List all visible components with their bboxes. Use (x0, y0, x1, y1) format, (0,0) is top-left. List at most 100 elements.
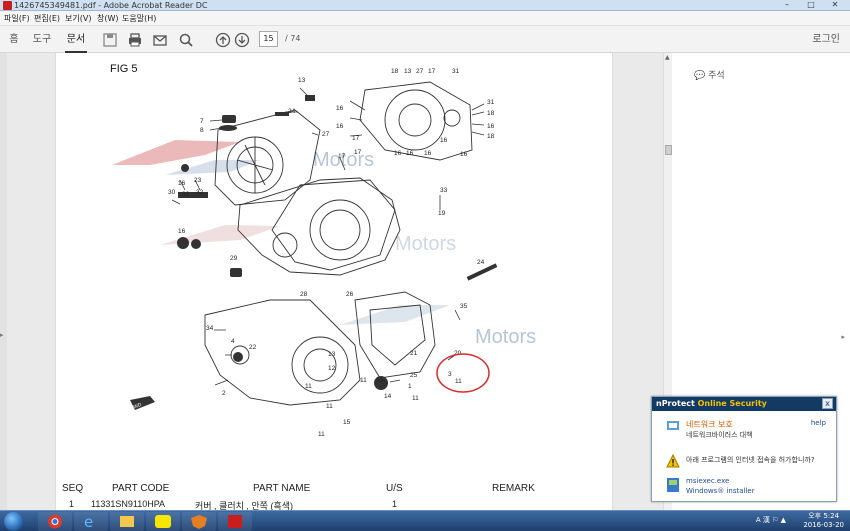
callout-number: 4 (231, 338, 235, 345)
callout-number: 11 (360, 377, 367, 384)
col-remark: REMARK (492, 483, 535, 494)
callout-number: 16 (394, 150, 402, 157)
clock-date: 2016-03-20 (803, 521, 844, 529)
nprotect-popup: nProtect Online Security x 네트워크 보호 네트워크바… (651, 396, 837, 502)
callout-number: 17 (428, 68, 436, 75)
svg-text:e: e (84, 513, 93, 531)
callout-number: 32 (182, 191, 190, 198)
callout-number: 25 (376, 377, 384, 384)
callout-number: 16 (440, 137, 448, 144)
watermark-text: Motors (475, 326, 536, 348)
popup-brand: nProtect (656, 399, 695, 408)
callout-number: 22 (249, 344, 257, 351)
callout-number: 34 (206, 325, 214, 332)
callout-number: 13 (298, 77, 306, 84)
tray-icons[interactable]: A 漢 ⚐ ▲ (756, 515, 786, 525)
start-button[interactable] (4, 512, 23, 531)
callout-number: 18 (391, 68, 399, 75)
callout-number: 16 (178, 180, 186, 187)
callout-number: 26 (346, 291, 354, 298)
callout-number: 14 (384, 393, 392, 400)
program-description: Windows® installer (686, 487, 755, 495)
col-part-name: PART NAME (253, 483, 311, 494)
comment-icon: 💬 (694, 71, 706, 81)
parts-table-header: SEQ PART CODE PART NAME U/S REMARK (55, 483, 613, 497)
popup-header: nProtect Online Security (652, 397, 836, 411)
col-seq: SEQ (62, 483, 84, 494)
callout-number: 16 (336, 123, 344, 130)
callout-number: 31 (487, 99, 495, 106)
ie-icon[interactable]: e (74, 512, 108, 531)
callout-number: 11 (412, 395, 419, 402)
clock-time: 오후 5:24 (808, 512, 840, 520)
callout-number: 1 (408, 383, 412, 390)
callout-number: 16 (424, 150, 432, 157)
callout-number: 13 (328, 351, 336, 358)
callout-number: 35 (460, 303, 468, 310)
callout-number: 15 (343, 419, 351, 426)
callout-number: 30 (168, 189, 176, 196)
collapse-right-icon[interactable]: ▸ (841, 333, 845, 341)
help-link[interactable]: help (811, 419, 826, 427)
callout-number: 18 (487, 110, 495, 117)
scroll-thumb[interactable] (665, 145, 672, 155)
callout-number: 31 (452, 68, 460, 75)
scroll-up-icon[interactable]: ▲ (665, 54, 670, 61)
col-part-code: PART CODE (112, 483, 170, 494)
taskbar: e A 漢 ⚐ ▲ 오후 5:24 2016-03-20 (0, 510, 850, 531)
callout-number: 24 (288, 108, 296, 115)
callout-number: 11 (318, 431, 325, 438)
callout-number: 2 (222, 390, 226, 397)
file-explorer-icon[interactable] (110, 512, 144, 531)
chrome-icon[interactable] (38, 512, 72, 531)
callout-number: 21 (410, 350, 418, 357)
callout-number: 11 (305, 383, 312, 390)
callout-number: 16 (178, 228, 186, 235)
comment-tool[interactable]: 💬 주석 (694, 68, 725, 81)
watermark-text: Motors (395, 233, 456, 255)
comment-label: 주석 (708, 71, 725, 81)
callout-number: 17 (354, 149, 362, 156)
clock[interactable]: 오후 5:24 2016-03-20 (803, 512, 844, 530)
program-name: msiexec.exe (686, 477, 730, 485)
popup-subtitle: 네트워크바이러스 대책 (686, 431, 753, 439)
callout-number: 24 (477, 259, 485, 266)
callout-number: 28 (300, 291, 308, 298)
shield-app-icon[interactable] (182, 512, 216, 531)
callout-number: 17 (338, 153, 346, 160)
callout-number: 17 (352, 135, 360, 142)
callout-number: 16 (487, 123, 495, 130)
callout-number: 27 (416, 68, 424, 75)
kakaotalk-icon[interactable] (146, 512, 180, 531)
callout-number: 33 (440, 187, 448, 194)
callout-number: 32 (196, 189, 204, 196)
callout-number: 11 (326, 403, 333, 410)
figure-title: FIG 5 (110, 63, 138, 75)
callout-number: 11 (455, 378, 462, 385)
callout-number: 19 (438, 210, 446, 217)
cell-seq: 1 (69, 499, 75, 509)
callout-number: 25 (410, 372, 418, 379)
callout-number: 3 (448, 371, 452, 378)
acrobat-taskbar-icon[interactable] (218, 512, 252, 531)
callout-number: 18 (487, 133, 495, 140)
callout-number: 8 (200, 127, 204, 134)
cell-part-code: 11331SN9110HPA (91, 499, 166, 509)
red-circle-highlight (436, 353, 490, 393)
callout-number: 23 (194, 177, 202, 184)
popup-question: 아래 프로그램의 인터넷 접속을 허가합니까? (686, 456, 815, 464)
warning-icon (666, 453, 680, 468)
callout-number: 27 (322, 131, 330, 138)
callout-number: 16 (460, 151, 468, 158)
acrobat-window: 1426745349481.pdf - Adobe Acrobat Reader… (0, 0, 850, 531)
callout-number: 7 (200, 118, 204, 125)
callout-number: 16 (336, 105, 344, 112)
popup-close-button[interactable]: x (822, 398, 833, 409)
popup-brand-suffix: Online Security (697, 399, 767, 408)
callout-number: 29 (230, 255, 238, 262)
col-us: U/S (386, 483, 403, 494)
callout-number: 13 (404, 68, 412, 75)
cell-us: 1 (392, 499, 398, 509)
callout-number: 16 (406, 150, 414, 157)
callout-number: 12 (328, 365, 336, 372)
